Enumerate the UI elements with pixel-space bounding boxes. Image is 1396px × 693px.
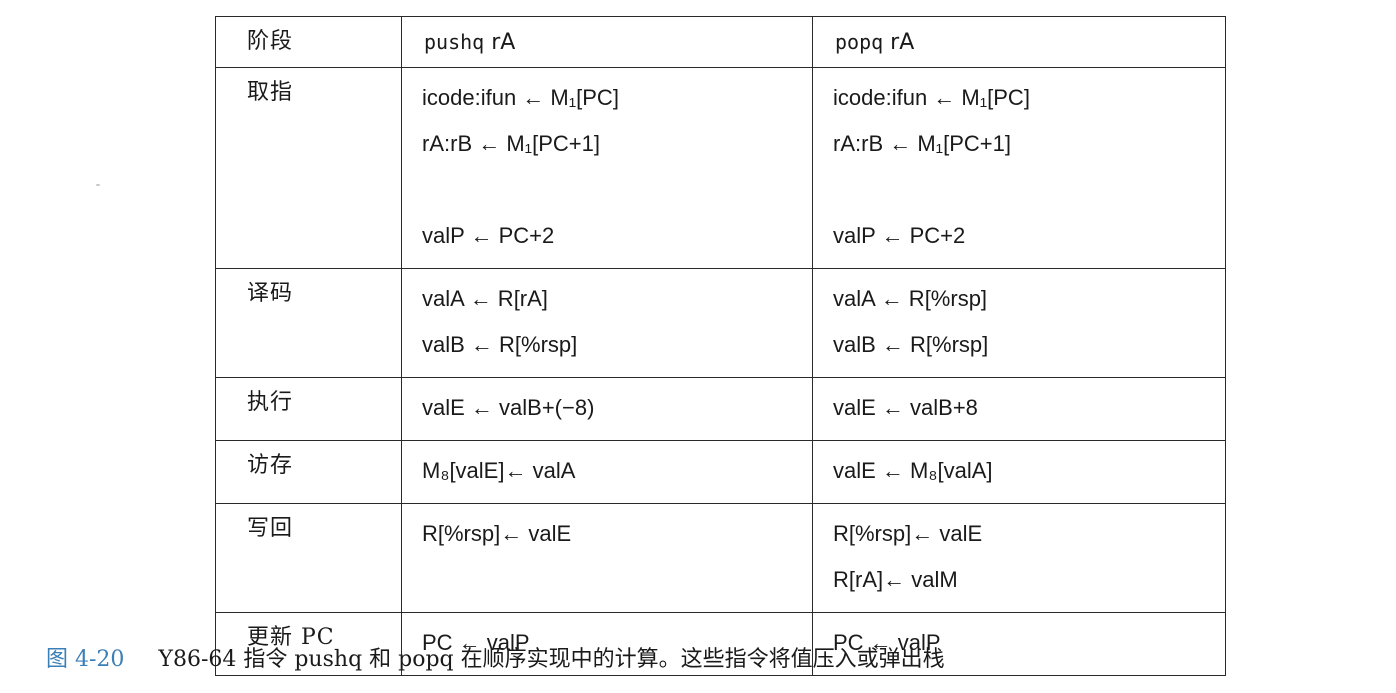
popq-cell-decode: valA ← R[%rsp] valB ← R[%rsp] [812, 268, 1226, 378]
pushq-fetch-line-2: rA:rB ← M₁[PC+1] [422, 131, 600, 156]
table-row-execute: 执行 valE ← valB+(−8) valE ← valB+8 [215, 377, 1226, 441]
popq-cell-memory: valE ← M₈[valA] [812, 440, 1226, 504]
header-pushq-cell: pushq rA [401, 16, 813, 68]
table-row-decode: 译码 valA ← R[rA] valB ← R[%rsp] valA ← R[… [215, 268, 1226, 378]
stage-label-execute: 执行 [247, 390, 294, 415]
figure-caption-text: Y86-64 指令 pushq 和 popq 在顺序实现中的计算。这些指令将值压… [158, 647, 945, 672]
table-header-row: 阶段 pushq rA popq rA [215, 16, 1226, 68]
header-stage-cell: 阶段 [215, 16, 402, 68]
header-pushq-mnemonic: pushq [424, 30, 485, 54]
header-pushq-label: pushq rA [402, 17, 812, 55]
pushq-writeback-line-1: R[%rsp]← valE [422, 521, 572, 546]
pushq-memory-line-1: M₈[valE]← valA [422, 458, 576, 483]
popq-decode-line-2: valB ← R[%rsp] [833, 332, 989, 357]
popq-fetch-line-1: icode:ifun ← M₁[PC] [833, 85, 1030, 110]
popq-cell-writeback: R[%rsp]← valE R[rA]← valM [812, 503, 1226, 613]
stage-cell-writeback: 写回 [215, 503, 402, 613]
popq-fetch-line-4: valP ← PC+2 [833, 223, 966, 248]
stage-label-writeback: 写回 [247, 516, 294, 541]
instruction-stage-table: 阶段 pushq rA popq rA 取指 icode:ifun ← M₁[P… [215, 16, 1226, 676]
header-popq-cell: popq rA [812, 16, 1226, 68]
popq-fetch-line-2: rA:rB ← M₁[PC+1] [833, 131, 1011, 156]
header-popq-operand: rA [883, 30, 915, 55]
pushq-cell-fetch: icode:ifun ← M₁[PC] rA:rB ← M₁[PC+1] val… [401, 67, 813, 269]
popq-writeback-line-1: R[%rsp]← valE [833, 521, 983, 546]
figure-caption: 图 4-20 Y86-64 指令 pushq 和 popq 在顺序实现中的计算。这… [46, 645, 1386, 675]
popq-writeback-line-2: R[rA]← valM [833, 567, 958, 592]
header-pushq-operand: rA [484, 30, 516, 55]
popq-fetch-line-3 [833, 176, 1225, 222]
popq-memory-line-1: valE ← M₈[valA] [833, 458, 993, 483]
pushq-cell-memory: M₈[valE]← valA [401, 440, 813, 504]
pushq-fetch-line-3 [422, 176, 812, 222]
table-row-fetch: 取指 icode:ifun ← M₁[PC] rA:rB ← M₁[PC+1] … [215, 67, 1226, 269]
table-row-writeback: 写回 R[%rsp]← valE R[%rsp]← valE R[rA]← va… [215, 503, 1226, 613]
scan-speck [96, 184, 100, 186]
stage-cell-memory: 访存 [215, 440, 402, 504]
stage-label-decode: 译码 [247, 281, 294, 306]
pushq-cell-decode: valA ← R[rA] valB ← R[%rsp] [401, 268, 813, 378]
pushq-fetch-line-4: valP ← PC+2 [422, 223, 555, 248]
popq-cell-fetch: icode:ifun ← M₁[PC] rA:rB ← M₁[PC+1] val… [812, 67, 1226, 269]
pushq-execute-line-1: valE ← valB+(−8) [422, 395, 595, 420]
pushq-fetch-line-1: icode:ifun ← M₁[PC] [422, 85, 619, 110]
figure-number: 图 4-20 [46, 647, 125, 672]
stage-cell-fetch: 取指 [215, 67, 402, 269]
header-popq-label: popq rA [813, 17, 1225, 55]
pushq-decode-line-2: valB ← R[%rsp] [422, 332, 578, 357]
pushq-decode-line-1: valA ← R[rA] [422, 286, 548, 311]
popq-execute-line-1: valE ← valB+8 [833, 395, 978, 420]
stage-label-memory: 访存 [247, 453, 294, 478]
instruction-stage-table-container: 阶段 pushq rA popq rA 取指 icode:ifun ← M₁[P… [215, 16, 1226, 676]
popq-decode-line-1: valA ← R[%rsp] [833, 286, 988, 311]
stage-label-fetch: 取指 [247, 80, 294, 105]
pushq-cell-execute: valE ← valB+(−8) [401, 377, 813, 441]
popq-cell-execute: valE ← valB+8 [812, 377, 1226, 441]
header-popq-mnemonic: popq [835, 30, 884, 54]
header-stage-label: 阶段 [247, 29, 294, 54]
stage-cell-execute: 执行 [215, 377, 402, 441]
pushq-cell-writeback: R[%rsp]← valE [401, 503, 813, 613]
stage-cell-decode: 译码 [215, 268, 402, 378]
table-row-memory: 访存 M₈[valE]← valA valE ← M₈[valA] [215, 440, 1226, 504]
